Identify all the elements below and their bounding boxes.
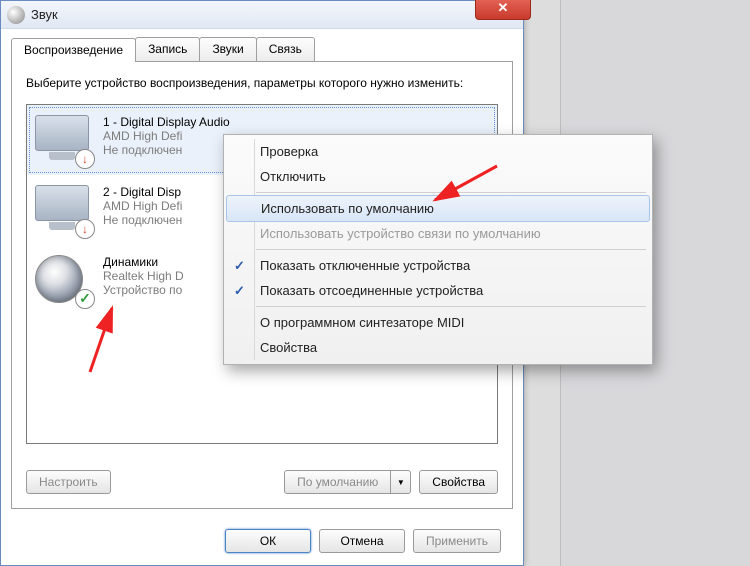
properties-button[interactable]: Свойства (419, 470, 498, 494)
tabs-row: Воспроизведение Запись Звуки Связь (11, 37, 513, 61)
device-name: 1 - Digital Display Audio (103, 115, 230, 129)
device-name: Динамики (103, 255, 184, 269)
device-desc: AMD High Defi (103, 129, 230, 143)
device-desc: AMD High Defi (103, 199, 182, 213)
arrow-down-icon: ↓ (75, 219, 95, 239)
menu-item-show-disconnected[interactable]: ✓ Показать отсоединенные устройства (224, 278, 652, 303)
menu-separator (256, 306, 646, 307)
device-text: Динамики Realtek High D Устройство по (103, 255, 184, 305)
device-status: Не подключен (103, 213, 182, 227)
sound-icon (7, 6, 25, 24)
menu-item-show-disabled[interactable]: ✓ Показать отключенные устройства (224, 253, 652, 278)
menu-item-about-midi[interactable]: О программном синтезаторе MIDI (224, 310, 652, 335)
close-button[interactable]: ✕ (475, 0, 531, 20)
window-title: Звук (31, 7, 58, 22)
instruction-text: Выберите устройство воспроизведения, пар… (26, 76, 498, 92)
configure-button[interactable]: Настроить (26, 470, 111, 494)
menu-item-properties[interactable]: Свойства (224, 335, 652, 360)
monitor-icon: ↓ (35, 185, 93, 235)
default-dropdown-chevron[interactable]: ▼ (391, 470, 411, 494)
tab-communications[interactable]: Связь (256, 37, 315, 61)
annotation-arrow-2 (80, 300, 140, 380)
default-button[interactable]: По умолчанию (284, 470, 391, 494)
speaker-icon: ✓ (35, 255, 93, 305)
cancel-button[interactable]: Отмена (319, 529, 405, 553)
device-text: 1 - Digital Display Audio AMD High Defi … (103, 115, 230, 165)
arrow-down-icon: ↓ (75, 149, 95, 169)
ok-button[interactable]: ОК (225, 529, 311, 553)
monitor-icon: ↓ (35, 115, 93, 165)
dialog-button-row: ОК Отмена Применить (1, 529, 523, 553)
tab-recording[interactable]: Запись (135, 37, 200, 61)
menu-item-set-comm-default[interactable]: Использовать устройство связи по умолчан… (224, 221, 652, 246)
check-icon: ✓ (234, 258, 245, 274)
device-status: Устройство по (103, 283, 184, 297)
check-icon: ✓ (234, 283, 245, 299)
panel-bottom-buttons: Настроить По умолчанию ▼ Свойства (26, 470, 498, 494)
device-name: 2 - Digital Disp (103, 185, 182, 199)
device-text: 2 - Digital Disp AMD High Defi Не подклю… (103, 185, 182, 235)
tab-playback[interactable]: Воспроизведение (11, 38, 136, 62)
apply-button[interactable]: Применить (413, 529, 501, 553)
default-split-button[interactable]: По умолчанию ▼ (284, 470, 411, 494)
device-status: Не подключен (103, 143, 230, 157)
device-desc: Realtek High D (103, 269, 184, 283)
titlebar[interactable]: Звук ✕ (1, 1, 523, 29)
menu-separator (256, 249, 646, 250)
tab-sounds[interactable]: Звуки (199, 37, 256, 61)
annotation-arrow-1 (425, 158, 505, 213)
